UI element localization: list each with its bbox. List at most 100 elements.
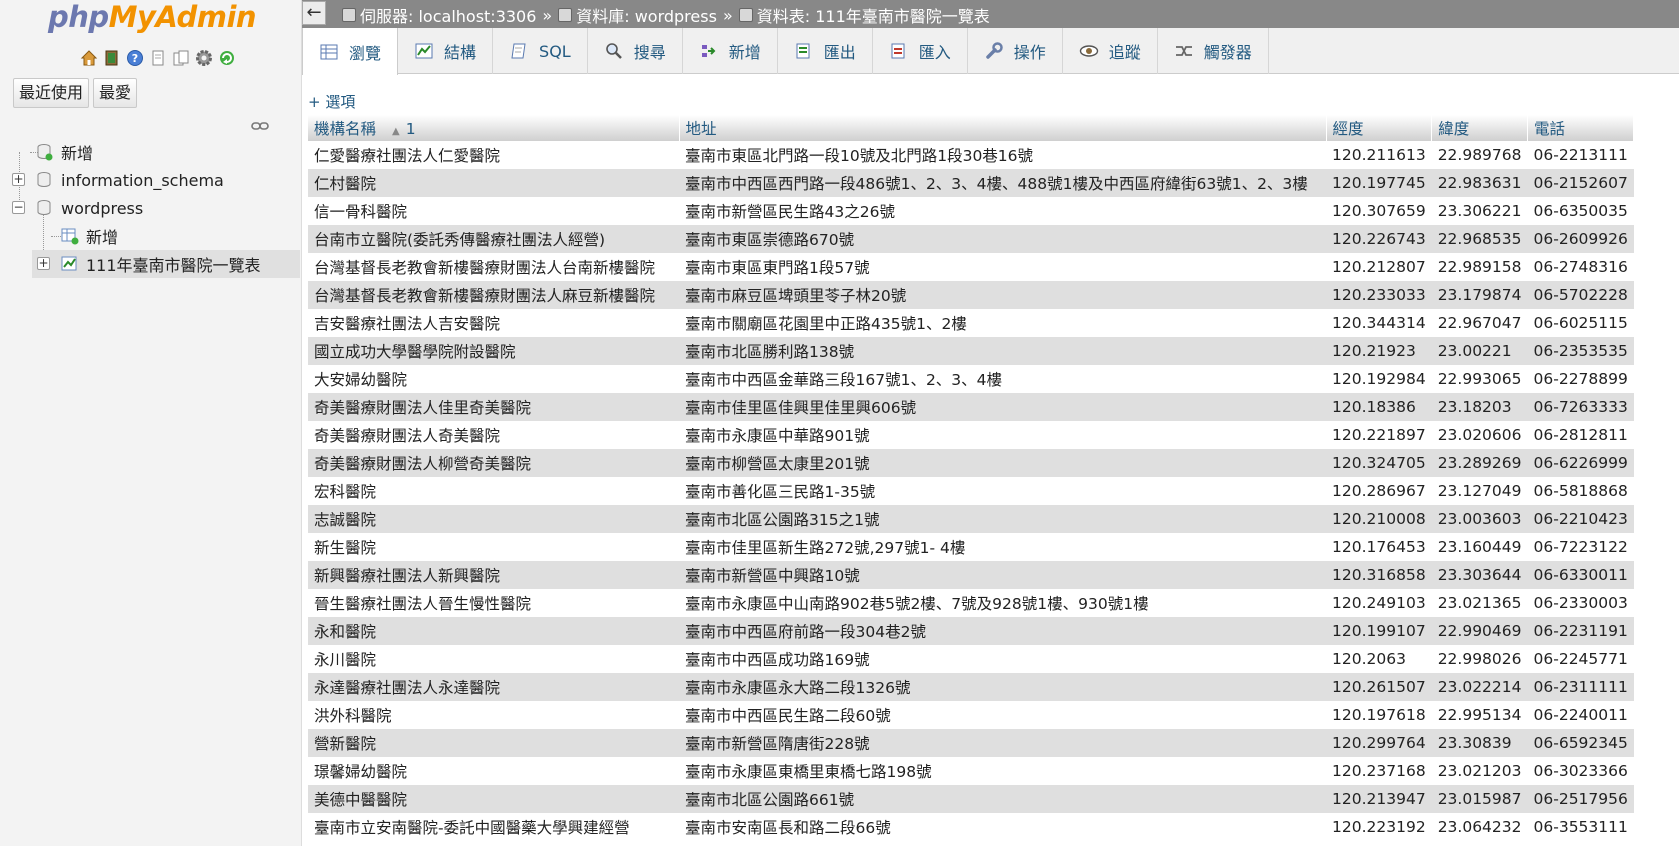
cell-phone: 06-2748316 bbox=[1527, 253, 1634, 281]
table-row[interactable]: 仁村醫院 臺南市中西區西門路一段486號1、2、3、4樓、488號1樓及中西區府緯… bbox=[308, 169, 1634, 197]
breadcrumb-server[interactable]: 伺服器: localhost:3306 bbox=[360, 3, 536, 27]
cell-address: 臺南市永康區永大路二段1326號 bbox=[679, 673, 1326, 701]
table-header-row: 機構名稱 ▲ 1 地址 經度 緯度 電話 bbox=[308, 115, 1635, 141]
sort-index: 1 bbox=[405, 120, 416, 138]
tree-item-wordpress[interactable]: − wordpress bbox=[0, 194, 300, 222]
cell-name: 永川醫院 bbox=[308, 645, 679, 673]
breadcrumb-database[interactable]: 資料庫: wordpress bbox=[576, 3, 717, 27]
help-icon[interactable]: ? bbox=[125, 48, 144, 67]
sort-ascending-icon: ▲ bbox=[392, 126, 400, 137]
collapse-minus-icon[interactable]: − bbox=[12, 201, 25, 214]
table-row[interactable]: 台灣基督長老教會新樓醫療財團法人台南新樓醫院 臺南市東區東門路1段57號 120.2… bbox=[308, 253, 1634, 281]
link-with-main-panel-icon[interactable] bbox=[251, 117, 269, 135]
table-row[interactable]: 永達醫療社團法人永達醫院 臺南市永康區永大路二段1326號 120.261507 23… bbox=[308, 673, 1634, 701]
triggers-icon bbox=[1174, 41, 1194, 61]
tree-new-label[interactable]: 新增 bbox=[61, 140, 93, 164]
tree-item-wordpress-new[interactable]: 新增 bbox=[0, 222, 300, 250]
cell-longitude: 120.226743 bbox=[1326, 225, 1432, 253]
table-row[interactable]: 新生醫院 臺南市佳里區新生路272號,297號1- 4樓 120.176453 23.… bbox=[308, 533, 1634, 561]
phpmyadmin-logo[interactable]: phpMyAdmin bbox=[48, 0, 257, 34]
collapse-nav-arrow-icon[interactable]: ← bbox=[302, 1, 326, 25]
cell-address: 臺南市佳里區新生路272號,297號1- 4樓 bbox=[679, 533, 1326, 561]
cell-address: 臺南市永康區中華路901號 bbox=[679, 421, 1326, 449]
tab-tracking[interactable]: 追蹤 bbox=[1063, 28, 1158, 74]
options-link[interactable]: + 選項 bbox=[308, 91, 355, 112]
table-row[interactable]: 新興醫療社團法人新興醫院 臺南市新營區中興路10號 120.316858 23.303… bbox=[308, 561, 1634, 589]
table-row[interactable]: 洪外科醫院 臺南市中西區民生路二段60號 120.197618 22.995134 06… bbox=[308, 701, 1634, 729]
cell-latitude: 23.021365 bbox=[1431, 589, 1528, 617]
table-row[interactable]: 奇美醫療財團法人佳里奇美醫院 臺南市佳里區佳興里佳里興606號 120.18386 2… bbox=[308, 393, 1634, 421]
table-row[interactable]: 奇美醫療財團法人奇美醫院 臺南市永康區中華路901號 120.221897 23.02… bbox=[308, 421, 1634, 449]
settings-gear-icon[interactable] bbox=[194, 48, 213, 67]
tab-export[interactable]: 匯出 bbox=[778, 28, 873, 74]
cell-latitude: 23.127049 bbox=[1431, 477, 1528, 505]
tree-item-information-schema[interactable]: + information_schema bbox=[0, 166, 300, 194]
reload-icon[interactable] bbox=[217, 48, 236, 67]
table-row[interactable]: 永和醫院 臺南市中西區府前路一段304巷2號 120.199107 22.990469… bbox=[308, 617, 1634, 645]
table-row[interactable]: 台南市立醫院(委託秀傳醫療社團法人經營) 臺南市東區崇德路670號 120.2267… bbox=[308, 225, 1634, 253]
table-row[interactable]: 志誠醫院 臺南市北區公園路315之1號 120.210008 23.003603 06-… bbox=[308, 505, 1634, 533]
tree-item-table-selected[interactable]: + 111年臺南市醫院一覽表 bbox=[32, 250, 300, 278]
cell-phone: 06-2278899 bbox=[1527, 365, 1634, 393]
table-row[interactable]: 營新醫院 臺南市新營區隋唐街228號 120.299764 23.30839 06-65… bbox=[308, 729, 1634, 757]
table-row[interactable]: 永川醫院 臺南市中西區成功路169號 120.2063 22.998026 06-224… bbox=[308, 645, 1634, 673]
table-row[interactable]: 國立成功大學醫學院附設醫院 臺南市北區勝利路138號 120.21923 23.002… bbox=[308, 337, 1634, 365]
table-row[interactable]: 仁愛醫療社團法人仁愛醫院 臺南市東區北門路一段10號及北門路1段30巷16號 120… bbox=[308, 141, 1634, 169]
breadcrumb-table[interactable]: 資料表: 111年臺南市醫院一覽表 bbox=[757, 3, 990, 27]
cell-address: 臺南市麻豆區埤頭里苓子林20號 bbox=[679, 281, 1326, 309]
column-header-latitude[interactable]: 緯度 bbox=[1431, 115, 1529, 141]
tree-table-label[interactable]: 111年臺南市醫院一覽表 bbox=[86, 252, 261, 276]
column-header-longitude[interactable]: 經度 bbox=[1326, 115, 1433, 141]
database-tree: 新增 + information_schema − wordpress 新增 +… bbox=[0, 138, 300, 278]
table-icon bbox=[738, 8, 753, 22]
tab-browse[interactable]: 瀏覽 bbox=[302, 28, 399, 75]
table-row[interactable]: 奇美醫療財團法人柳營奇美醫院 臺南市柳營區太康里201號 120.324705 23.… bbox=[308, 449, 1634, 477]
column-header-phone[interactable]: 電話 bbox=[1527, 115, 1635, 141]
docs-icon[interactable] bbox=[148, 48, 167, 67]
favorite-tables-button[interactable]: 最愛 bbox=[93, 78, 138, 108]
database-icon bbox=[558, 8, 573, 22]
table-row[interactable]: 宏科醫院 臺南市善化區三民路1-35號 120.286967 23.127049 06-… bbox=[308, 477, 1634, 505]
table-row[interactable]: 晉生醫療社團法人晉生慢性醫院 臺南市永康區中山南路902巷5號2樓、7號及928號… bbox=[308, 589, 1634, 617]
table-row[interactable]: 美德中醫醫院 臺南市北區公園路661號 120.213947 23.015987 06-… bbox=[308, 785, 1634, 813]
cell-phone: 06-2609926 bbox=[1527, 225, 1634, 253]
recent-tables-button[interactable]: 最近使用 bbox=[13, 78, 90, 108]
tab-triggers[interactable]: 觸發器 bbox=[1158, 28, 1269, 74]
table-row[interactable]: 吉安醫療社團法人吉安醫院 臺南市關廟區花園里中正路435號1、2樓 120.3443… bbox=[308, 309, 1634, 337]
home-icon[interactable] bbox=[79, 48, 98, 67]
tree-new-table-label[interactable]: 新增 bbox=[86, 224, 118, 248]
copy-icon[interactable] bbox=[171, 48, 190, 67]
cell-address: 臺南市中西區府前路一段304巷2號 bbox=[679, 617, 1326, 645]
table-row[interactable]: 璟馨婦幼醫院 臺南市永康區東橋里東橋七路198號 120.237168 23.0212… bbox=[308, 757, 1634, 785]
cell-latitude: 23.30839 bbox=[1431, 729, 1528, 757]
tree-db-label[interactable]: information_schema bbox=[61, 171, 224, 190]
tab-structure[interactable]: 結構 bbox=[398, 28, 494, 74]
column-header-name[interactable]: 機構名稱 ▲ 1 bbox=[308, 115, 680, 141]
tab-search[interactable]: 搜尋 bbox=[588, 28, 683, 74]
cell-phone: 06-7223122 bbox=[1527, 533, 1634, 561]
column-header-address[interactable]: 地址 bbox=[679, 115, 1327, 141]
cell-address: 臺南市善化區三民路1-35號 bbox=[679, 477, 1326, 505]
table-row[interactable]: 信一骨科醫院 臺南市新營區民生路43之26號 120.307659 23.306221… bbox=[308, 197, 1634, 225]
table-row[interactable]: 大安婦幼醫院 臺南市中西區金華路三段167號1、2、3、4樓 120.192984 2… bbox=[308, 365, 1634, 393]
tab-insert[interactable]: 新增 bbox=[683, 28, 778, 74]
cell-phone: 06-6330011 bbox=[1527, 561, 1634, 589]
cell-latitude: 23.179874 bbox=[1431, 281, 1528, 309]
cell-latitude: 23.306221 bbox=[1431, 197, 1528, 225]
table-row[interactable]: 台灣基督長老教會新樓醫療財團法人麻豆新樓醫院 臺南市麻豆區埤頭里苓子林20號 120… bbox=[308, 281, 1634, 309]
cell-longitude: 120.307659 bbox=[1326, 197, 1432, 225]
cell-address: 臺南市永康區中山南路902巷5號2樓、7號及928號1樓、930號1樓 bbox=[679, 589, 1326, 617]
cell-address: 臺南市中西區民生路二段60號 bbox=[679, 701, 1326, 729]
table-row[interactable]: 臺南市立安南醫院-委託中國醫藥大學興建經營 臺南市安南區長和路二段66號 120.2… bbox=[308, 813, 1634, 841]
column-header-name-label[interactable]: 機構名稱 bbox=[314, 120, 376, 138]
expand-plus-icon[interactable]: + bbox=[12, 173, 25, 186]
tab-operations[interactable]: 操作 bbox=[968, 28, 1063, 74]
expand-plus-icon[interactable]: + bbox=[37, 257, 50, 270]
tree-db-label[interactable]: wordpress bbox=[61, 199, 143, 218]
cell-name: 璟馨婦幼醫院 bbox=[308, 757, 679, 785]
logout-icon[interactable] bbox=[102, 48, 121, 67]
tab-sql[interactable]: SQL bbox=[493, 28, 588, 74]
cell-longitude: 120.212807 bbox=[1326, 253, 1432, 281]
tab-import[interactable]: 匯入 bbox=[873, 28, 968, 74]
tree-item-new[interactable]: 新增 bbox=[0, 138, 300, 166]
